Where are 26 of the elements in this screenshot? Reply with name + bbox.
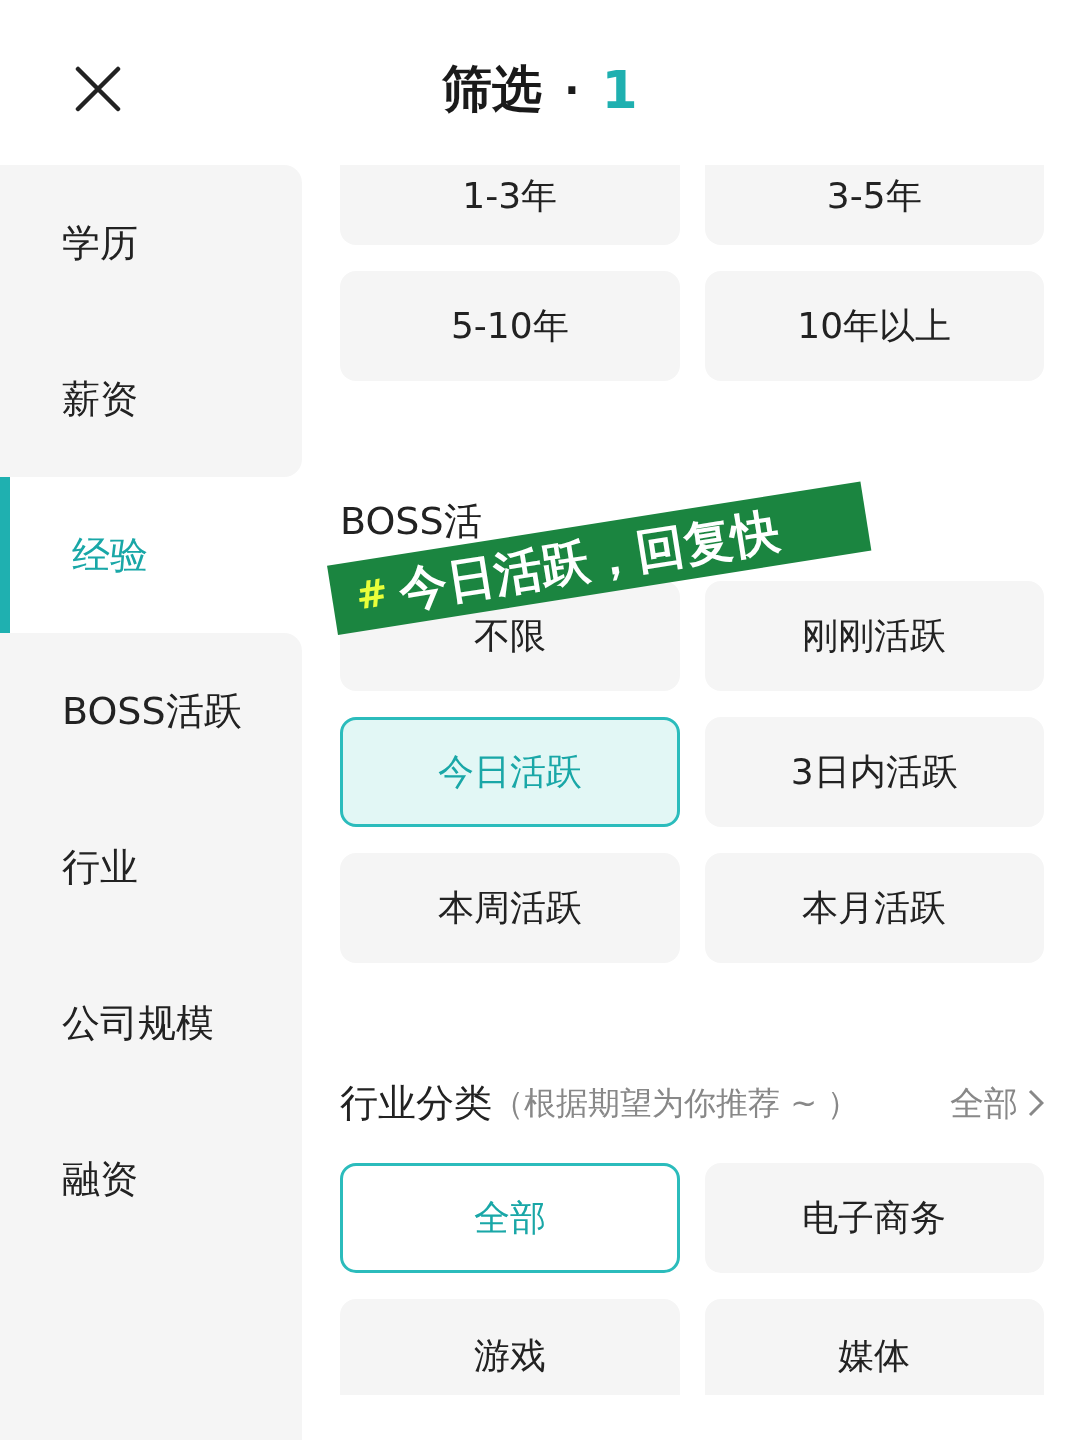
chevron-right-icon [1028,1089,1044,1117]
section-title: BOSS活 [340,497,482,545]
option-button[interactable]: 媒体 [704,1299,1044,1395]
option-button[interactable]: 电子商务 [704,1163,1044,1273]
section-hint: （根据期望为你推荐 ~ ） [492,1083,860,1124]
page-title: 筛选 [442,59,543,120]
option-button[interactable]: 5-10年 [340,271,680,381]
section-title: 行业分类 [340,1079,492,1127]
option-button[interactable]: 本周活跃 [340,853,680,963]
sidebar-item[interactable]: 薪资 [0,321,302,477]
option-button[interactable]: 刚刚活跃 [704,581,1044,691]
sidebar-item[interactable]: BOSS活跃 [0,633,302,789]
option-button[interactable]: 3-5年 [704,165,1044,245]
sidebar-item[interactable]: 学历 [0,165,302,321]
show-all-link[interactable]: 全部 [950,1077,1044,1129]
sidebar-item[interactable]: 融资 [0,1101,302,1257]
title-separator: · [564,65,580,115]
option-button[interactable]: 10年以上 [704,271,1044,381]
option-button[interactable]: 游戏 [340,1299,680,1395]
option-button[interactable]: 3日内活跃 [704,717,1044,827]
option-button[interactable]: 1-3年 [340,165,680,245]
filter-count: 1 [601,58,638,122]
close-icon[interactable] [75,66,121,112]
sidebar-item[interactable]: 公司规模 [0,945,302,1101]
option-button[interactable]: 本月活跃 [704,853,1044,963]
sidebar-item[interactable]: 行业 [0,789,302,945]
